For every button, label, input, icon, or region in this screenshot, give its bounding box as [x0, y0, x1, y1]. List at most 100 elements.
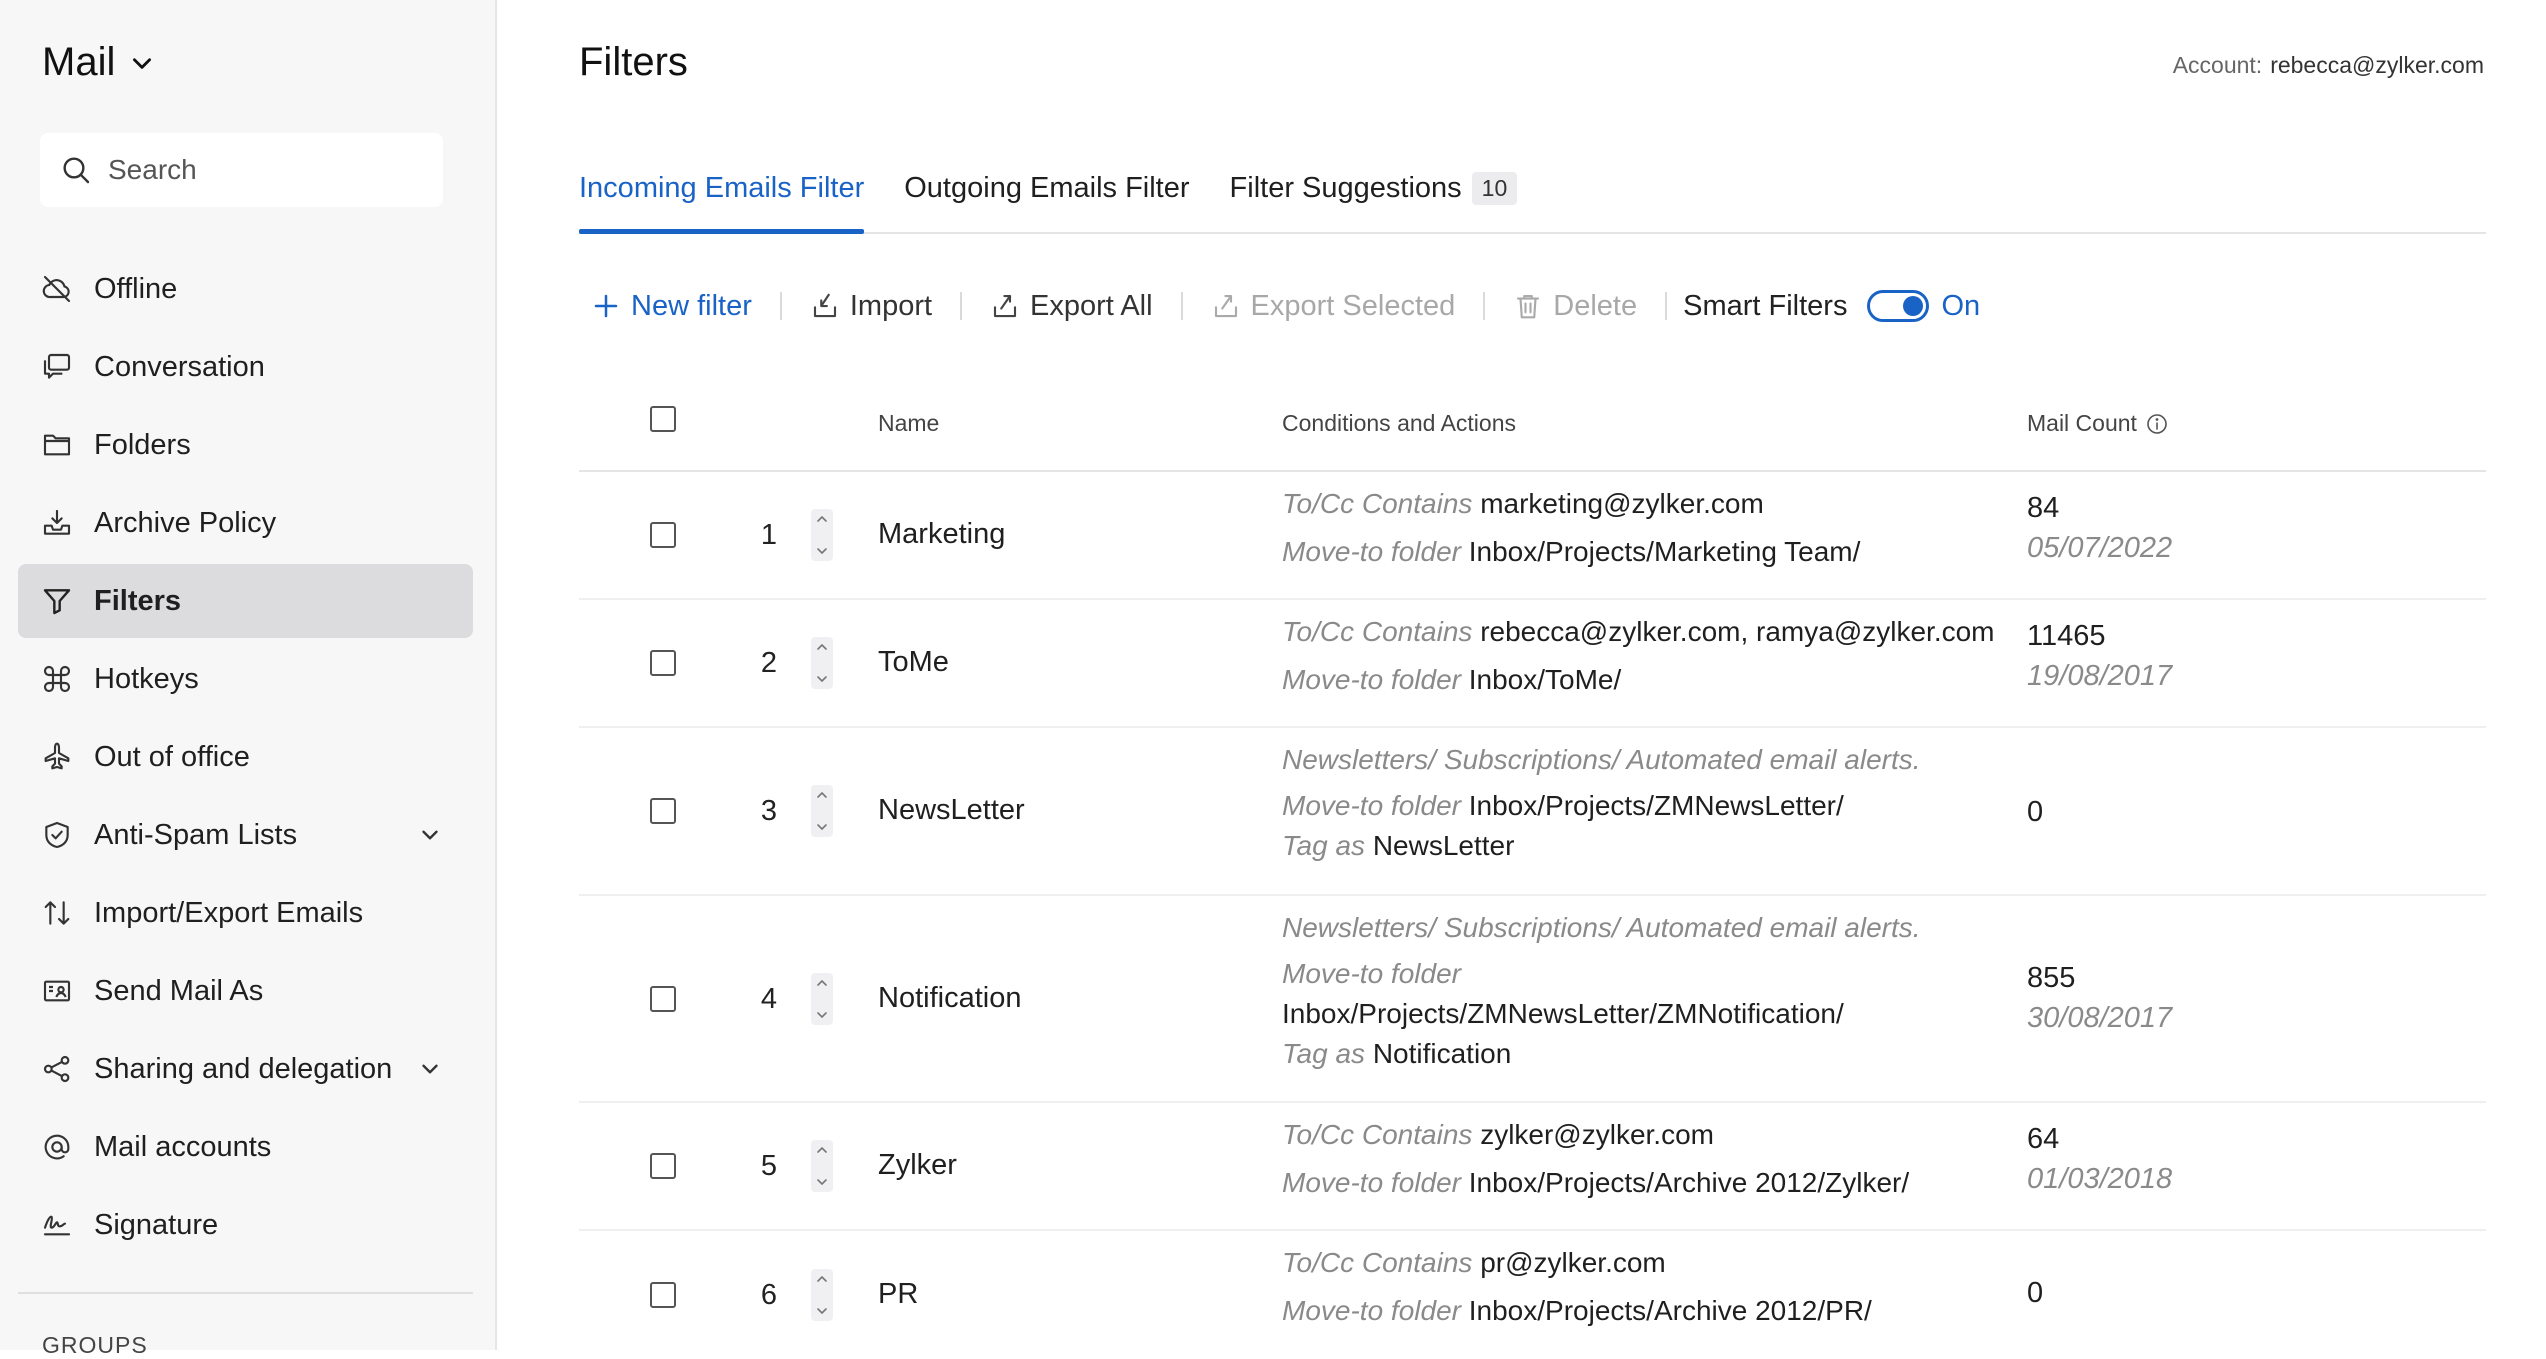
action-value: Inbox/Projects/Archive 2012/Zylker/: [1468, 1167, 1910, 1198]
table-row[interactable]: 4 Notification Newsletters/ Subscription…: [579, 896, 2486, 1103]
table-row[interactable]: 5 Zylker To/Cc Contains zylker@zylker.co…: [579, 1103, 2486, 1231]
import-button[interactable]: Import: [798, 290, 944, 323]
conversation-icon: [40, 350, 74, 384]
column-header-name: Name: [878, 410, 940, 436]
action-label: Move-to folder: [1282, 536, 1461, 567]
folder-icon: [40, 428, 74, 462]
mail-count: 11465 19/08/2017: [2027, 616, 2172, 696]
sidebar-item-import-export-emails[interactable]: Import/Export Emails: [18, 876, 473, 950]
info-icon[interactable]: [2145, 412, 2169, 436]
search-input[interactable]: [106, 153, 410, 187]
sidebar-item-label: Mail accounts: [94, 1130, 272, 1163]
tab-outgoing-emails-filter[interactable]: Outgoing Emails Filter: [904, 160, 1189, 232]
tag-label: Tag as: [1282, 830, 1366, 861]
delete-button[interactable]: Delete: [1501, 290, 1649, 323]
sidebar-item-folders[interactable]: Folders: [18, 408, 473, 482]
table-row[interactable]: 3 NewsLetter Newsletters/ Subscriptions/…: [579, 728, 2486, 896]
chevron-down-icon[interactable]: [417, 822, 443, 848]
tag-label: Tag as: [1282, 1038, 1366, 1069]
reorder-handle[interactable]: [811, 972, 833, 1025]
tag-line: Tag as Notification: [1282, 1034, 1921, 1074]
row-checkbox[interactable]: [650, 522, 676, 548]
sidebar-item-out-of-office[interactable]: Out of office: [18, 720, 473, 794]
tab-filter-suggestions[interactable]: Filter Suggestions 10: [1230, 160, 1518, 232]
condition-label: To/Cc Contains: [1282, 488, 1473, 519]
toolbar-separator: [779, 292, 782, 320]
chevron-down-icon[interactable]: [417, 1056, 443, 1082]
sidebar-item-signature[interactable]: Signature: [18, 1188, 473, 1262]
row-order-number: 3: [760, 795, 778, 827]
toolbar-separator: [960, 292, 963, 320]
condition-line: To/Cc Contains zylker@zylker.com: [1282, 1115, 1909, 1155]
sidebar-item-offline[interactable]: Offline: [18, 252, 473, 326]
table-row[interactable]: 1 Marketing To/Cc Contains marketing@zyl…: [579, 472, 2486, 600]
filter-conditions: To/Cc Contains marketing@zylker.com Move…: [1282, 484, 1860, 572]
tab-label: Filter Suggestions: [1229, 172, 1462, 204]
last-applied-date: 19/08/2017: [2027, 660, 2173, 692]
new-filter-button[interactable]: New filter: [579, 290, 764, 323]
sidebar-divider: [18, 1292, 473, 1294]
settings-nav: Offline Conversation Folders Archive Pol…: [18, 252, 473, 1266]
row-checkbox[interactable]: [650, 985, 676, 1012]
tab-incoming-emails-filter[interactable]: Incoming Emails Filter: [579, 160, 865, 234]
main-content: Filters Account: rebecca@zylker.com Incom…: [497, 0, 2546, 1350]
toolbar-separator: [1180, 292, 1183, 320]
row-checkbox[interactable]: [650, 650, 676, 676]
sidebar-item-anti-spam-lists[interactable]: Anti-Spam Lists: [18, 798, 473, 872]
condition-line: To/Cc Contains pr@zylker.com: [1282, 1243, 1872, 1283]
smart-filters-toggle[interactable]: [1867, 290, 1930, 322]
action-line: Move-to folder Inbox/Projects/Archive 20…: [1282, 1163, 1909, 1203]
sidebar-item-send-mail-as[interactable]: Send Mail As: [18, 954, 473, 1028]
sidebar-item-filters[interactable]: Filters: [18, 564, 473, 638]
filter-name: Notification: [878, 981, 1022, 1014]
app-switcher[interactable]: Mail: [42, 40, 155, 85]
filter-conditions: Newsletters/ Subscriptions/ Automated em…: [1282, 740, 1921, 866]
condition-label: To/Cc Contains: [1282, 1119, 1473, 1150]
select-all-checkbox[interactable]: [650, 406, 676, 432]
reorder-handle[interactable]: [811, 1140, 833, 1192]
sidebar-item-sharing-and-delegation[interactable]: Sharing and delegation: [18, 1032, 473, 1106]
tag-value: Notification: [1372, 1038, 1512, 1069]
table-row[interactable]: 6 PR To/Cc Contains pr@zylker.com Move-t…: [579, 1231, 2486, 1359]
sidebar-item-hotkeys[interactable]: Hotkeys: [18, 642, 473, 716]
export-selected-button[interactable]: Export Selected: [1199, 290, 1468, 323]
import-export-icon: [40, 896, 74, 930]
mail-count-label: Mail Count: [2027, 410, 2137, 436]
action-value: Inbox/Projects/Archive 2012/PR/: [1468, 1295, 1872, 1326]
table-row[interactable]: 2 ToMe To/Cc Contains rebecca@zylker.com…: [579, 600, 2486, 728]
sidebar-item-conversation[interactable]: Conversation: [18, 330, 473, 404]
action-value: Inbox/Projects/ZMNewsLetter/ZMNotificati…: [1282, 998, 1844, 1029]
row-checkbox[interactable]: [650, 798, 676, 824]
action-value: Inbox/ToMe/: [1468, 664, 1622, 695]
sidebar-item-label: Conversation: [94, 350, 265, 383]
action-line: Move-to folder: [1282, 954, 1921, 994]
reorder-handle[interactable]: [811, 509, 833, 561]
signature-icon: [40, 1208, 74, 1242]
reorder-arrows-icon: [817, 979, 827, 1018]
mail-count-value: 0: [2027, 1277, 2044, 1309]
toggle-knob: [1903, 296, 1924, 316]
mail-count: 855 30/08/2017: [2027, 958, 2172, 1038]
export-all-button[interactable]: Export All: [978, 290, 1165, 323]
reorder-handle[interactable]: [811, 785, 833, 837]
row-order-number: 2: [760, 647, 778, 679]
mail-count: 0: [2027, 792, 2043, 832]
send-mail-as-icon: [40, 974, 74, 1008]
sidebar-item-label: Archive Policy: [94, 506, 277, 539]
mail-count-value: 84: [2027, 492, 2060, 524]
column-header-conditions: Conditions and Actions: [1282, 410, 1516, 436]
row-checkbox[interactable]: [650, 1153, 676, 1179]
account-value: rebecca@zylker.com: [2270, 52, 2484, 78]
sidebar-item-mail-accounts[interactable]: Mail accounts: [18, 1110, 473, 1184]
search-box[interactable]: [40, 133, 443, 207]
search-icon: [63, 157, 90, 184]
export-icon: [1214, 294, 1237, 318]
action-line: Move-to folder Inbox/ToMe/: [1282, 660, 1995, 700]
sidebar-item-archive-policy[interactable]: Archive Policy: [18, 486, 473, 560]
row-checkbox[interactable]: [650, 1282, 676, 1308]
column-header-mail-count: Mail Count: [2027, 410, 2169, 437]
reorder-handle[interactable]: [811, 637, 833, 689]
table-header: Name Conditions and Actions Mail Count: [579, 378, 2486, 472]
reorder-handle[interactable]: [811, 1269, 833, 1321]
suggestions-count-badge: 10: [1471, 172, 1518, 205]
